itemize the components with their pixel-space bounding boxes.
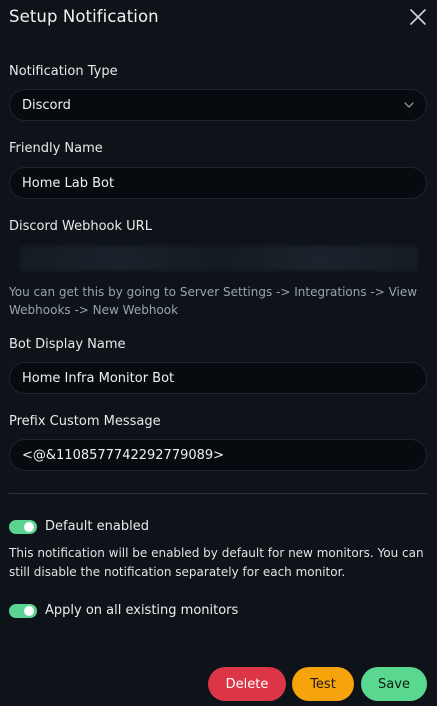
setup-notification-dialog: Setup Notification Notification Type Dis… <box>0 0 437 706</box>
default-enabled-label: Default enabled <box>45 519 149 534</box>
webhook-url-input[interactable] <box>20 246 418 271</box>
prefix-message-label: Prefix Custom Message <box>9 414 161 429</box>
apply-existing-row: Apply on all existing monitors <box>9 603 238 618</box>
friendly-name-label: Friendly Name <box>9 141 103 156</box>
chevron-down-icon <box>404 102 414 108</box>
bot-display-name-value: Home Infra Monitor Bot <box>22 370 175 386</box>
prefix-message-input[interactable]: <@&1108577742292779089> <box>9 439 427 471</box>
notification-type-value: Discord <box>22 97 71 113</box>
apply-existing-toggle[interactable] <box>9 603 37 618</box>
apply-existing-label: Apply on all existing monitors <box>45 603 239 618</box>
default-enabled-description: This notification will be enabled by def… <box>9 546 424 579</box>
close-icon[interactable] <box>409 8 427 26</box>
default-enabled-toggle[interactable] <box>9 519 37 534</box>
default-enabled-row: Default enabled <box>9 519 149 534</box>
friendly-name-value: Home Lab Bot <box>22 175 115 191</box>
delete-button[interactable]: Delete <box>208 667 286 701</box>
notification-type-select[interactable]: Discord <box>9 89 427 121</box>
bot-display-name-input[interactable]: Home Infra Monitor Bot <box>9 362 427 394</box>
webhook-url-label: Discord Webhook URL <box>9 219 152 234</box>
section-divider <box>9 493 427 494</box>
friendly-name-input[interactable]: Home Lab Bot <box>9 167 427 199</box>
prefix-message-value: <@&1108577742292779089> <box>22 447 225 463</box>
save-button[interactable]: Save <box>361 667 427 701</box>
notification-type-label: Notification Type <box>9 64 118 79</box>
test-button[interactable]: Test <box>292 667 354 701</box>
bot-display-name-label: Bot Display Name <box>9 337 126 352</box>
dialog-title: Setup Notification <box>9 7 159 26</box>
webhook-help-text: You can get this by going to Server Sett… <box>9 285 418 317</box>
